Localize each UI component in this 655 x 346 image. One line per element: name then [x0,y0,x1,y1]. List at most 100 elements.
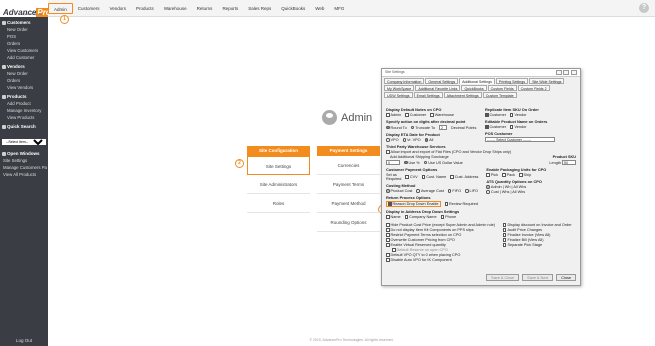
radio[interactable] [486,185,490,189]
save-close-button[interactable]: Save & Close [486,274,520,281]
logo[interactable]: AdvancePro My Workspace [0,0,52,17]
sidebar-section-header[interactable]: Vendors [0,63,48,70]
open-window-item[interactable]: Manage Customers Pa [0,164,48,171]
save-next-button[interactable]: Save & Next [522,274,554,281]
checkbox[interactable] [386,233,390,237]
checkbox[interactable] [421,175,426,179]
checkbox[interactable] [404,215,409,219]
tab-custom-fields[interactable]: Custom Fields [487,85,517,91]
tab-additional-settings[interactable]: Additional Settings [459,78,495,84]
checkbox[interactable] [386,113,390,117]
sidebar-item[interactable]: Orders [0,40,48,47]
checkbox[interactable] [444,202,449,206]
nav-vendors[interactable]: Vendors [105,3,132,14]
sidebar-section-header[interactable]: Products [0,93,48,100]
nav-customers[interactable]: Customers [73,3,105,14]
nav-returns[interactable]: Returns [192,3,218,14]
nav-quickbooks[interactable]: QuickBooks [276,3,310,14]
radio[interactable] [402,138,407,142]
checkbox[interactable] [440,215,445,219]
radio[interactable] [386,138,390,142]
radio[interactable] [404,160,408,165]
checkbox[interactable] [386,223,390,227]
checkbox[interactable] [386,228,390,232]
checkbox[interactable] [509,113,514,117]
nav-reports[interactable]: Reports [217,3,243,14]
tab-email-settings[interactable]: Email Settings [413,92,443,98]
tab-general-settings[interactable]: General Settings [425,78,459,84]
close-button[interactable]: Close [556,274,576,281]
tab-custom-fields-2[interactable]: Custom Fields 2 [517,85,550,91]
checkbox[interactable] [386,150,390,154]
minimize-icon[interactable] [556,70,562,75]
checkbox[interactable] [386,238,390,242]
checkbox[interactable] [386,215,390,219]
nav-products[interactable]: Products [131,3,159,14]
radio[interactable] [465,189,469,193]
site-administrators-link[interactable]: Site Administrators [247,175,310,194]
checkbox[interactable] [502,243,507,247]
sidebar-item[interactable]: Add Customer [0,54,48,61]
close-icon[interactable] [571,70,577,75]
radio[interactable] [410,125,415,130]
radio[interactable] [416,189,420,193]
decimal-input[interactable]: 2 [439,125,448,130]
nav-mfg[interactable]: MFG [329,3,349,14]
radio[interactable] [423,160,428,165]
sidebar-item[interactable]: Manage Inventory [0,107,48,114]
maximize-icon[interactable] [563,70,569,75]
currencies-link[interactable]: Currencies [317,156,380,175]
open-window-item[interactable]: Site Settings [0,157,48,164]
checkbox[interactable] [386,243,390,247]
sidebar-section-header[interactable]: Customers [0,19,48,26]
checkbox[interactable] [502,238,507,242]
checkbox[interactable] [386,253,390,257]
roles-link[interactable]: Roles [247,194,310,213]
checkbox[interactable] [405,175,409,179]
checkbox[interactable] [519,173,523,177]
checkbox[interactable] [485,125,489,129]
help-icon[interactable]: ? [639,3,649,13]
sidebar-item[interactable]: Orders [0,77,48,84]
checkbox[interactable] [509,125,514,129]
checkbox[interactable] [502,173,506,177]
tab-additional-favorite-links[interactable]: Additional Favorite Links [415,85,461,91]
radio[interactable] [424,138,429,142]
nav-warehouse[interactable]: Warehouse [159,3,192,14]
checkbox[interactable] [430,113,434,117]
pos-customer-select[interactable]: ------- Select Customer ------- [485,137,555,142]
checkbox[interactable] [405,113,409,117]
sidebar-item[interactable]: View Products [0,114,48,121]
checkbox[interactable] [485,113,489,117]
payment-method-link[interactable]: Payment Method [317,194,380,213]
tab-my-workspace[interactable]: My WorkSpace [384,85,415,91]
radio[interactable] [486,190,490,194]
payment-terms-link[interactable]: Payment Terms [317,175,380,194]
nav-web[interactable]: Web [310,3,329,14]
tab-udw-settings[interactable]: UDW Settings [384,92,413,98]
sidebar-item[interactable]: New Order [0,26,48,33]
checkbox[interactable] [502,233,507,237]
tab-attachment-settings[interactable]: Attachment Settings [443,92,482,98]
tab-printing-settings[interactable]: Printing Settings [495,78,529,84]
tab-company-information[interactable]: Company Information [384,78,425,84]
tab-quickbooks[interactable]: QuickBooks [461,85,487,91]
nav-sales-reps[interactable]: Sales Reps [243,3,276,14]
sidebar-item[interactable]: New Order [0,70,48,77]
checkbox[interactable] [388,202,392,206]
site-settings-link[interactable]: Site Settings [247,156,310,175]
tab-custom-template[interactable]: Custom Template [482,92,517,98]
radio[interactable] [386,125,390,130]
checkbox[interactable] [502,228,507,232]
checkbox[interactable] [392,248,396,252]
sidebar-item[interactable]: POS [0,33,48,40]
checkbox[interactable] [486,173,490,177]
radio[interactable] [447,189,452,193]
quick-search-select[interactable]: --Select Item-- [2,139,46,145]
sidebar-item[interactable]: Add Product [0,100,48,107]
checkbox[interactable] [502,223,507,227]
radio[interactable] [386,189,390,193]
checkbox[interactable] [450,175,454,179]
tab-site-wide-settings[interactable]: Site Wide Settings [529,78,565,84]
sidebar-item[interactable]: View Vendors [0,84,48,91]
